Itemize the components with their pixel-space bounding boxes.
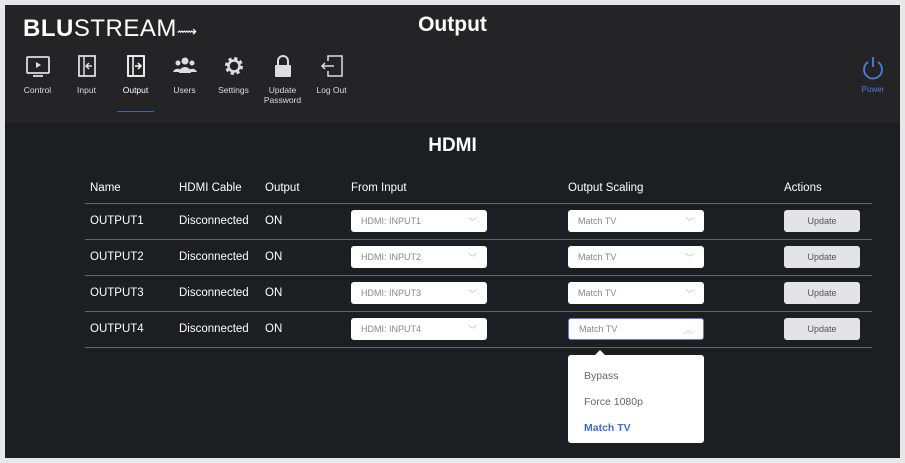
output-state: ON (260, 239, 346, 276)
nav-users[interactable]: Users (160, 53, 209, 105)
from-input-select[interactable]: HDMI: INPUT3 ﹀ (351, 282, 487, 304)
output-state: ON (260, 275, 346, 312)
nav-label: Control (23, 85, 52, 95)
chevron-down-icon: ﹀ (467, 216, 477, 227)
nav-label: Input (77, 85, 96, 95)
select-value: HDMI: INPUT2 (361, 252, 422, 262)
section-title: HDMI (428, 135, 477, 156)
chevron-up-icon: ︿ (683, 324, 693, 335)
update-button[interactable]: Update (784, 318, 860, 340)
output-scaling-select[interactable]: Match TV ﹀ (568, 210, 704, 232)
option-match-tv[interactable]: Match TV (568, 415, 704, 441)
update-button[interactable]: Update (784, 246, 860, 268)
output-scaling-select[interactable]: Match TV ﹀ (568, 282, 704, 304)
update-button[interactable]: Update (784, 210, 860, 232)
col-output-scaling: Output Scaling (563, 173, 779, 204)
col-name: Name (85, 173, 174, 204)
scaling-dropdown-menu: Bypass Force 1080p Match TV (568, 350, 704, 443)
nav-label: Output (122, 85, 149, 95)
table-header: Name HDMI Cable Output From Input Output… (85, 173, 872, 204)
chevron-down-icon: ﹀ (467, 324, 477, 335)
nav-settings[interactable]: Settings (209, 53, 258, 105)
output-table: Name HDMI Cable Output From Input Output… (85, 173, 872, 348)
table-row: OUTPUT3 Disconnected ON HDMI: INPUT3 ﹀ Ma… (85, 275, 872, 312)
logout-icon (320, 55, 343, 77)
chevron-down-icon: ﹀ (684, 216, 694, 227)
tv-play-icon (25, 56, 50, 77)
table-row: OUTPUT4 Disconnected ON HDMI: INPUT4 ﹀ Ma… (85, 311, 872, 348)
lock-icon (274, 55, 291, 77)
option-force-1080p[interactable]: Force 1080p (568, 389, 704, 415)
output-name: OUTPUT1 (85, 203, 174, 240)
output-scaling-select[interactable]: Match TV ︿ (568, 318, 704, 340)
users-icon (172, 57, 197, 73)
select-value: Match TV (578, 288, 617, 298)
power-label: Power (861, 85, 885, 94)
nav-output[interactable]: Output (111, 53, 160, 112)
from-input-select[interactable]: HDMI: INPUT1 ﹀ (351, 210, 487, 232)
output-name: OUTPUT4 (85, 311, 174, 348)
table-row: OUTPUT1 Disconnected ON HDMI: INPUT1 ﹀ Ma… (85, 203, 872, 240)
output-name: OUTPUT3 (85, 275, 174, 312)
col-hdmi-cable: HDMI Cable (174, 173, 260, 204)
chevron-down-icon: ﹀ (684, 252, 694, 263)
from-input-select[interactable]: HDMI: INPUT2 ﹀ (351, 246, 487, 268)
power-button[interactable]: Power (860, 55, 886, 94)
header: BLUSTREAM⟿ Output Control Input Output U… (5, 5, 900, 123)
hdmi-cable-status: Disconnected (174, 311, 260, 348)
select-value: HDMI: INPUT4 (361, 324, 422, 334)
chevron-down-icon: ﹀ (467, 252, 477, 263)
option-bypass[interactable]: Bypass (568, 363, 704, 389)
hdmi-cable-status: Disconnected (174, 239, 260, 276)
output-state: ON (260, 311, 346, 348)
nav-logout[interactable]: Log Out (307, 53, 356, 105)
power-icon (863, 57, 883, 80)
nav-label: Users (173, 85, 196, 95)
hdmi-cable-status: Disconnected (174, 275, 260, 312)
nav-label: Update Password (263, 85, 302, 105)
from-input-select[interactable]: HDMI: INPUT4 ﹀ (351, 318, 487, 340)
gear-icon (224, 57, 243, 75)
select-value: HDMI: INPUT3 (361, 288, 422, 298)
select-value: Match TV (578, 252, 617, 262)
output-state: ON (260, 203, 346, 240)
page-title: Output (418, 13, 487, 36)
app: BLUSTREAM⟿ Output Control Input Output U… (5, 5, 900, 458)
nav-label: Settings (218, 85, 249, 95)
select-value: HDMI: INPUT1 (361, 216, 422, 226)
input-icon (77, 55, 96, 77)
table-row: OUTPUT2 Disconnected ON HDMI: INPUT2 ﹀ Ma… (85, 239, 872, 276)
nav-update-password[interactable]: Update Password (258, 53, 307, 105)
col-output: Output (260, 173, 346, 204)
hdmi-cable-status: Disconnected (174, 203, 260, 240)
nav-input[interactable]: Input (62, 53, 111, 105)
nav-control[interactable]: Control (13, 53, 62, 105)
update-button[interactable]: Update (784, 282, 860, 304)
nav-label: Log Out (316, 85, 347, 95)
col-actions: Actions (779, 173, 872, 204)
output-name: OUTPUT2 (85, 239, 174, 276)
select-value: Match TV (579, 324, 618, 334)
select-value: Match TV (578, 216, 617, 226)
output-scaling-select[interactable]: Match TV ﹀ (568, 246, 704, 268)
nav-bar: Control Input Output Users Settings Upda… (13, 53, 356, 112)
output-icon (126, 55, 145, 77)
col-from-input: From Input (346, 173, 563, 204)
chevron-down-icon: ﹀ (684, 288, 694, 299)
chevron-down-icon: ﹀ (467, 288, 477, 299)
